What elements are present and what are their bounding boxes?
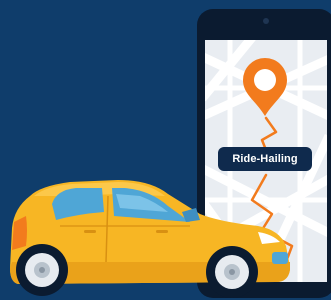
ride-hailing-label: Ride-Hailing — [218, 147, 312, 171]
front-wheel — [206, 246, 258, 298]
rear-wheel — [16, 244, 68, 296]
phone-camera-icon — [263, 18, 269, 24]
ride-hailing-illustration: Ride-Hailing — [0, 0, 331, 300]
